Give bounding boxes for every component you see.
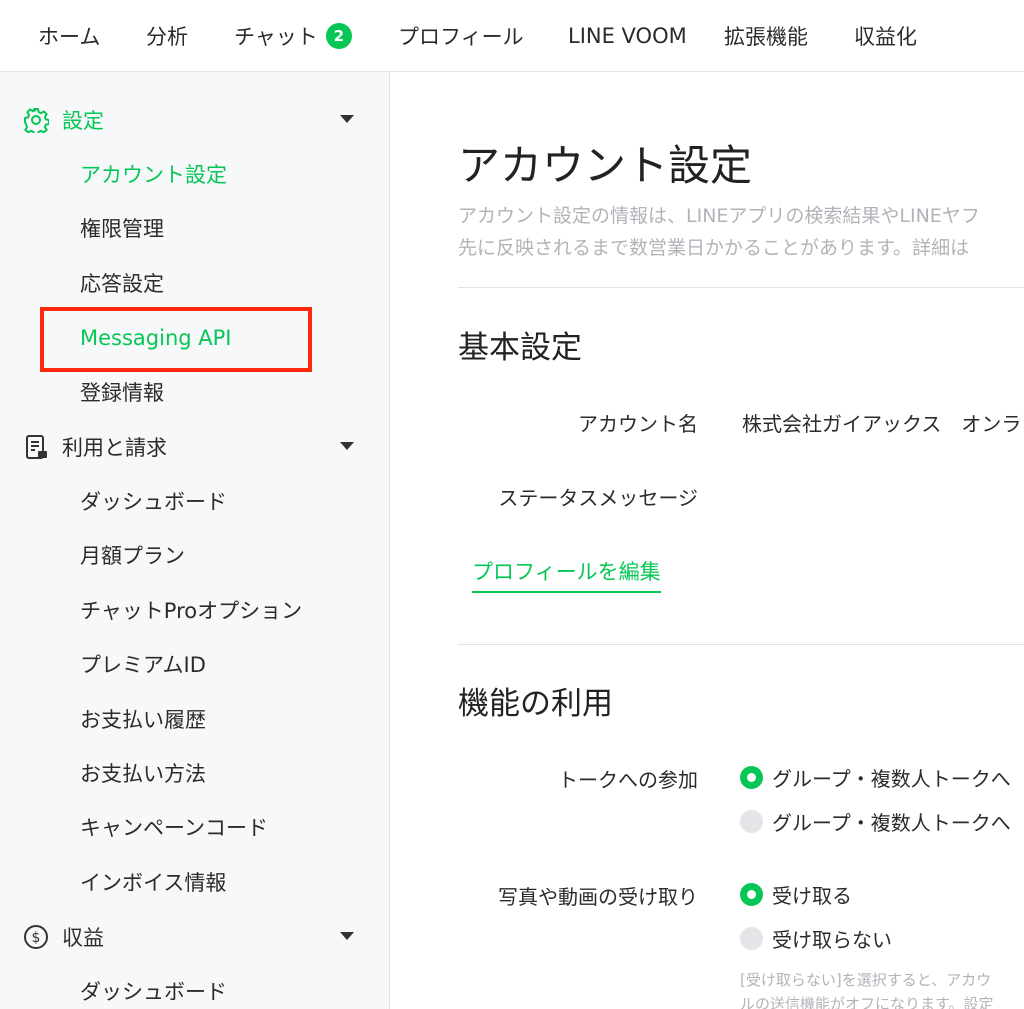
page-title: アカウント設定	[458, 141, 753, 190]
sidebar-section-revenue-label: 収益	[62, 926, 104, 950]
divider	[458, 644, 1024, 645]
chevron-down-icon	[340, 115, 354, 123]
nav-extensions[interactable]: 拡張機能	[724, 0, 808, 72]
sidebar-section-billing-label: 利用と請求	[62, 436, 167, 460]
sidebar-section-settings[interactable]: 設定	[22, 100, 362, 140]
sidebar-item-permissions[interactable]: 権限管理	[80, 210, 164, 246]
talk-participation-deny-radio[interactable]: グループ・複数人トークへ	[740, 807, 1011, 835]
chevron-down-icon	[340, 442, 354, 450]
page-description: アカウント設定の情報は、LINEアプリの検索結果やLINEヤフ 先に反映されるま…	[458, 200, 980, 264]
page-description-line: 先に反映されるまで数営業日かかることがあります。詳細は	[458, 237, 970, 259]
status-message-label: ステータスメッセージ	[498, 486, 698, 510]
sidebar: 設定 アカウント設定 権限管理 応答設定 Messaging API 登録情報 …	[0, 72, 390, 1009]
nav-analytics[interactable]: 分析	[146, 0, 188, 72]
nav-monetization[interactable]: 収益化	[854, 0, 917, 72]
media-receive-accept-radio[interactable]: 受け取る	[740, 880, 852, 908]
radio-unselected-icon	[740, 809, 763, 833]
main-content: アカウント設定 アカウント設定の情報は、LINEアプリの検索結果やLINEヤフ …	[390, 72, 1024, 1009]
section-title-basic: 基本設定	[458, 330, 582, 366]
talk-participation-allow-radio[interactable]: グループ・複数人トークへ	[740, 763, 1011, 791]
media-receive-label: 写真や動画の受け取り	[498, 885, 698, 909]
section-title-features: 機能の利用	[458, 686, 613, 722]
sidebar-item-registration-info[interactable]: 登録情報	[80, 374, 164, 410]
sidebar-section-settings-label: 設定	[62, 109, 104, 133]
sidebar-item-chat-pro-option[interactable]: チャットProオプション	[80, 592, 302, 628]
page-description-line: アカウント設定の情報は、LINEアプリの検索結果やLINEヤフ	[458, 205, 980, 227]
highlight-box	[40, 307, 312, 372]
radio-unselected-icon	[740, 926, 763, 950]
talk-participation-label: トークへの参加	[558, 768, 698, 792]
gear-icon	[22, 106, 50, 134]
sidebar-item-payment-method[interactable]: お支払い方法	[80, 755, 206, 791]
svg-text:$: $	[32, 930, 41, 946]
radio-label: 受け取らない	[772, 927, 892, 952]
media-receive-reject-radio[interactable]: 受け取らない	[740, 924, 892, 952]
radio-selected-icon	[740, 882, 763, 906]
nav-chat-label: チャット	[234, 25, 318, 49]
top-navigation: ホーム 分析 チャット 2 プロフィール LINE VOOM 拡張機能 収益化	[0, 0, 1024, 72]
receipt-icon	[22, 433, 50, 461]
sidebar-item-dashboard[interactable]: ダッシュボード	[80, 483, 227, 519]
radio-label: グループ・複数人トークへ	[772, 766, 1011, 791]
dollar-coin-icon: $	[22, 923, 50, 951]
sidebar-item-invoice-info[interactable]: インボイス情報	[80, 864, 226, 900]
edit-profile-link[interactable]: プロフィールを編集	[472, 556, 661, 593]
radio-label: グループ・複数人トークへ	[772, 810, 1011, 835]
nav-home[interactable]: ホーム	[38, 0, 100, 72]
sidebar-section-revenue[interactable]: $ 収益	[22, 917, 362, 957]
chevron-down-icon	[340, 932, 354, 940]
note-line: [受け取らない]を選択すると、アカウ	[740, 971, 992, 989]
sidebar-item-revenue-dashboard[interactable]: ダッシュボード	[80, 973, 227, 1009]
sidebar-item-premium-id[interactable]: プレミアムID	[80, 646, 206, 682]
sidebar-item-campaign-code[interactable]: キャンペーンコード	[80, 809, 268, 845]
sidebar-section-billing[interactable]: 利用と請求	[22, 427, 362, 467]
nav-chat[interactable]: チャット 2	[234, 0, 352, 72]
radio-label: 受け取る	[772, 883, 852, 908]
account-name-label: アカウント名	[578, 412, 698, 436]
nav-line-voom[interactable]: LINE VOOM	[568, 0, 687, 72]
divider	[458, 287, 1024, 288]
chat-unread-badge: 2	[325, 23, 352, 49]
note-line: ルの送信機能がオフになります。設定	[740, 995, 994, 1009]
nav-profile[interactable]: プロフィール	[398, 0, 524, 72]
sidebar-item-account-settings[interactable]: アカウント設定	[80, 156, 227, 192]
account-name-value: 株式会社ガイアックス オンラ	[742, 412, 1022, 436]
radio-selected-icon	[740, 765, 763, 789]
sidebar-item-monthly-plan[interactable]: 月額プラン	[80, 537, 185, 573]
sidebar-item-response-settings[interactable]: 応答設定	[80, 265, 164, 301]
sidebar-item-payment-history[interactable]: お支払い履歴	[80, 701, 206, 737]
media-receive-note: [受け取らない]を選択すると、アカウ ルの送信機能がオフになります。設定	[740, 968, 994, 1009]
